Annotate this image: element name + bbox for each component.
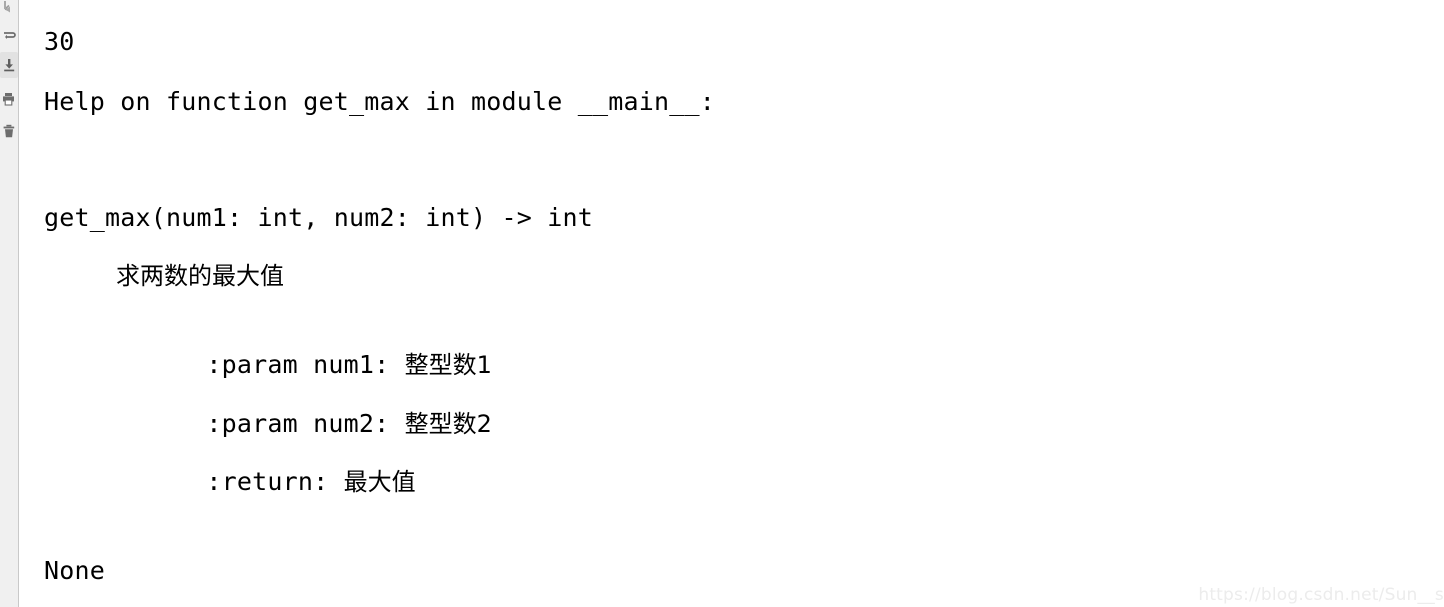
param1-label: :param num1: [206, 350, 405, 379]
param2-description: 整型数2 [404, 410, 492, 438]
docstring-return-line: :return: 最大值 [116, 437, 416, 527]
watermark: https://blog.csdn.net/Sun__s [1198, 585, 1444, 605]
docstring-summary-line: 求两数的最大值 [116, 262, 284, 290]
output-text-area: 30 Help on function get_max in module __… [19, 0, 1444, 607]
return-label: :return: [206, 467, 344, 496]
output-result-value: 30 [44, 27, 75, 56]
notebook-output-view: 30 Help on function get_max in module __… [0, 0, 1444, 607]
help-header-line: Help on function get_max in module __mai… [44, 87, 716, 116]
restart-run-icon[interactable] [0, 22, 18, 48]
trash-icon[interactable] [0, 118, 18, 144]
param1-description: 整型数1 [404, 351, 492, 379]
return-description: 最大值 [343, 468, 416, 496]
output-none-value: None [44, 556, 106, 585]
toolstrip [0, 0, 19, 607]
move-down-icon[interactable] [0, 0, 18, 20]
download-icon[interactable] [0, 52, 18, 78]
print-icon[interactable] [0, 86, 18, 112]
param2-label: :param num2: [206, 409, 405, 438]
function-signature-line: get_max(num1: int, num2: int) -> int [44, 203, 594, 232]
